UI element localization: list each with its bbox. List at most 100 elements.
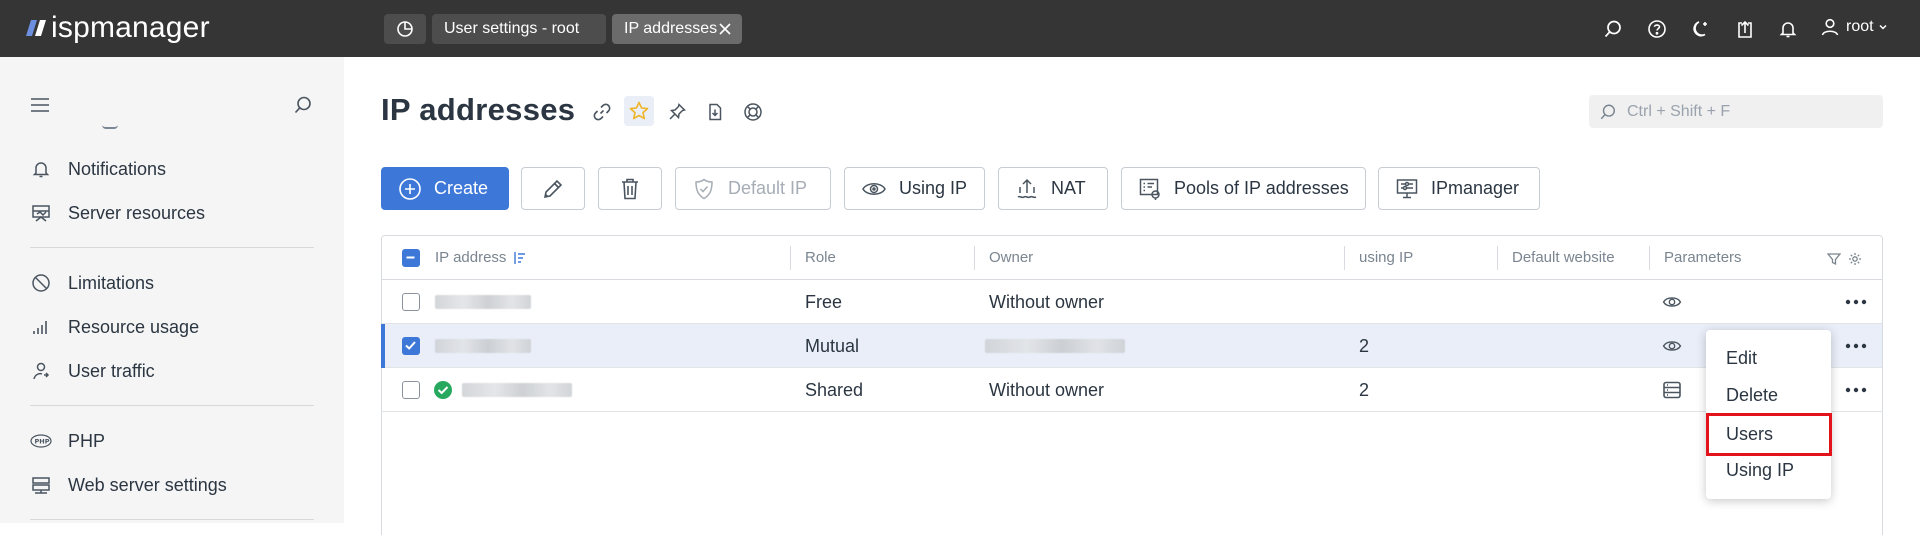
sidebar-item-php[interactable]: PHP PHP (30, 429, 105, 453)
row-actions-button[interactable] (1843, 379, 1869, 401)
row-checkbox[interactable] (402, 381, 420, 399)
favorite-star-icon[interactable] (624, 96, 654, 126)
nat-button[interactable]: NAT (998, 167, 1108, 210)
search-icon[interactable] (293, 95, 313, 115)
sidebar-item-label: Server resources (68, 202, 206, 223)
column-separator (974, 246, 975, 270)
column-ip-address[interactable]: IP address (435, 236, 506, 280)
menu-item-users[interactable]: Users (1706, 413, 1832, 456)
column-using-ip[interactable]: using IP (1359, 236, 1413, 280)
search-input[interactable] (1627, 95, 1877, 128)
help-lifebuoy-icon[interactable] (740, 99, 766, 125)
tab-label: IP addresses (624, 20, 718, 37)
more-horizontal-icon (1845, 299, 1867, 305)
search-icon[interactable] (1601, 17, 1625, 41)
row-actions-button[interactable] (1843, 335, 1869, 357)
tab-user-settings[interactable]: User settings - root (432, 14, 606, 44)
bell-icon (30, 158, 52, 180)
role-cell: Free (805, 292, 843, 312)
menu-item-delete[interactable]: Delete (1706, 377, 1831, 414)
upload-icon[interactable] (1733, 17, 1757, 41)
user-name: root (1846, 18, 1874, 35)
pools-of-ip-addresses-button[interactable]: Pools of IP addresses (1121, 167, 1366, 210)
logo-text: ispmanager (51, 11, 210, 44)
default-ip-button[interactable]: Default IP (675, 167, 831, 210)
sidebar: Notifications Server resources Limitatio… (0, 57, 344, 523)
sidebar-item-label: User traffic (68, 360, 155, 381)
sort-icon[interactable] (512, 250, 528, 266)
search-field[interactable] (1589, 95, 1883, 128)
role-cell: Mutual (805, 336, 860, 356)
ban-icon (30, 272, 52, 294)
theme-moon-icon[interactable] (1689, 17, 1713, 41)
server-resources-icon (30, 202, 52, 224)
eye-signal-icon (1662, 297, 1682, 307)
row-checkbox[interactable] (402, 293, 420, 311)
bar-chart-icon (30, 316, 52, 338)
tab-label: User settings - root (444, 20, 580, 37)
create-button[interactable]: Create (381, 167, 509, 210)
ispmanager-logo[interactable]: ispmanager (25, 12, 210, 44)
user-menu[interactable]: root (1820, 17, 1888, 37)
using-ip-label: Using IP (899, 178, 968, 198)
delete-button[interactable] (598, 167, 662, 210)
row-checkbox[interactable] (402, 337, 420, 355)
sidebar-item-notifications[interactable]: Notifications (30, 157, 166, 181)
using-ip-cell: 2 (1359, 336, 1370, 356)
row-actions-button[interactable] (1843, 291, 1869, 313)
select-all-checkbox[interactable] (402, 249, 420, 267)
ip-addresses-table: IP address Role Owner using IP Default w… (381, 235, 1883, 535)
sidebar-item-user-traffic[interactable]: User traffic (30, 359, 155, 383)
more-horizontal-icon (1845, 343, 1867, 349)
user-traffic-icon (30, 360, 52, 382)
server-list-icon (1663, 381, 1681, 399)
column-owner[interactable]: Owner (989, 236, 1033, 280)
default-ip-label: Default IP (728, 178, 808, 198)
ip-address-redacted (435, 339, 531, 353)
sidebar-item-limitations[interactable]: Limitations (30, 271, 154, 295)
sidebar-item-web-server-settings[interactable]: Web server settings (30, 473, 227, 497)
column-separator (1497, 246, 1498, 270)
link-icon[interactable] (589, 99, 615, 125)
table-header: IP address Role Owner using IP Default w… (382, 236, 1882, 280)
settings-gear-icon[interactable] (1848, 252, 1862, 266)
create-label: Create (434, 178, 489, 198)
nat-label: NAT (1051, 178, 1086, 198)
pin-icon[interactable] (664, 99, 690, 125)
owner-cell: Without owner (989, 292, 1105, 312)
menu-item-edit[interactable]: Edit (1706, 340, 1831, 377)
filter-icon[interactable] (1827, 252, 1841, 266)
edit-button[interactable] (521, 167, 585, 210)
sidebar-item-resource-usage[interactable]: Resource usage (30, 315, 199, 339)
shield-check-icon (692, 177, 716, 201)
using-ip-button[interactable]: Using IP (844, 167, 985, 210)
column-role[interactable]: Role (805, 236, 836, 280)
ipmanager-button[interactable]: IPmanager (1378, 167, 1540, 210)
check-circle-icon (434, 381, 452, 399)
chevron-down-icon (1879, 24, 1887, 30)
ip-address-redacted (462, 383, 572, 397)
search-icon (1600, 104, 1616, 120)
role-cell: Shared (805, 380, 864, 400)
column-parameters[interactable]: Parameters (1664, 236, 1742, 280)
column-default-website[interactable]: Default website (1512, 236, 1615, 280)
tab-ip-addresses[interactable]: IP addresses (612, 14, 742, 44)
sidebar-item-label: PHP (68, 430, 106, 451)
dashboard-button[interactable] (384, 14, 426, 44)
download-doc-icon[interactable] (702, 99, 728, 125)
table-row[interactable]: Free Without owner (382, 280, 1882, 324)
help-icon[interactable] (1645, 17, 1669, 41)
monitor-settings-icon (1395, 177, 1419, 201)
sidebar-item-server-resources[interactable]: Server resources (30, 201, 205, 225)
table-row[interactable]: Shared Without owner 2 (382, 368, 1882, 412)
more-horizontal-icon (1845, 387, 1867, 393)
menu-item-using-ip[interactable]: Using IP (1706, 452, 1831, 489)
menu-icon[interactable] (30, 97, 50, 113)
sidebar-item-label: Limitations (68, 272, 155, 293)
bell-icon[interactable] (1776, 17, 1800, 41)
using-ip-cell: 2 (1359, 380, 1370, 400)
close-icon[interactable] (718, 22, 732, 36)
top-bar: ispmanager User settings - root IP addre… (0, 0, 1920, 57)
table-row[interactable]: Mutual 2 (381, 324, 1882, 368)
column-separator (790, 246, 791, 270)
